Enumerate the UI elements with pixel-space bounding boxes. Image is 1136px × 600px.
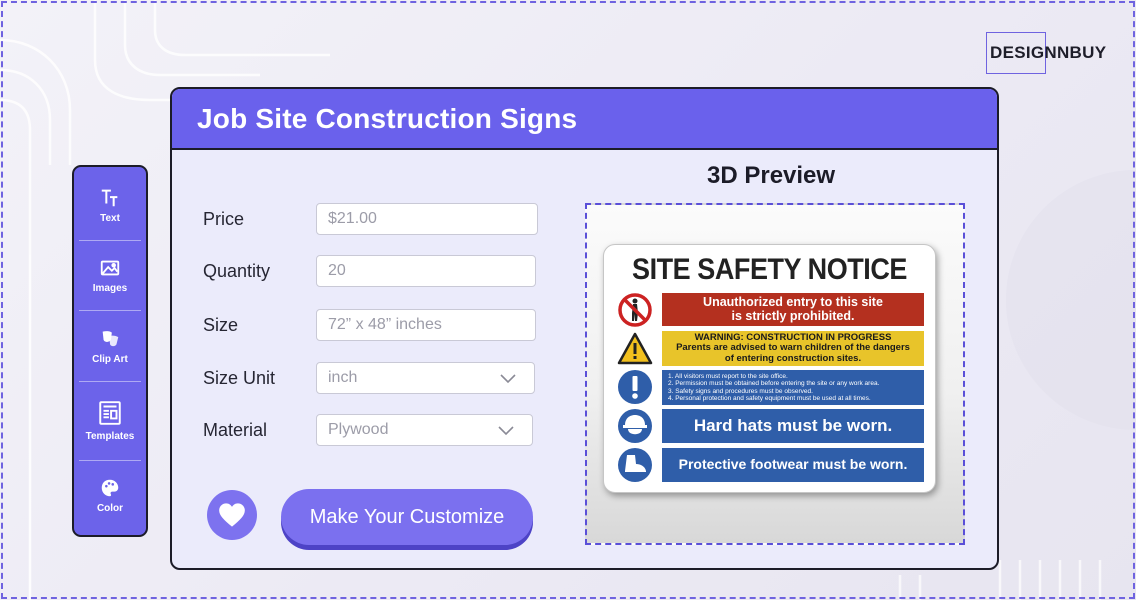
sign-footwear-panel: Protective footwear must be worn. bbox=[662, 448, 924, 482]
customize-button[interactable]: Make Your Customize bbox=[281, 489, 533, 545]
product-title: Job Site Construction Signs bbox=[197, 102, 578, 134]
design-toolbar: Text Images Clip Art Templates Color bbox=[72, 165, 148, 537]
tool-color[interactable]: Color bbox=[79, 461, 141, 531]
tool-text[interactable]: Text bbox=[79, 171, 141, 242]
color-palette-icon bbox=[101, 480, 119, 497]
size-field[interactable]: 72” x 48” inches bbox=[316, 309, 536, 341]
material-select[interactable]: Plywood bbox=[316, 414, 533, 446]
sign-red-line-2: is strictly prohibited. bbox=[731, 308, 855, 323]
brand-logo: DESIGNNBUY bbox=[986, 32, 1106, 74]
price-label: Price bbox=[203, 208, 245, 229]
chevron-down-icon bbox=[500, 374, 516, 384]
tool-text-label: Text bbox=[100, 213, 120, 225]
favorite-button[interactable] bbox=[207, 490, 257, 540]
sign-rules-panel: 1. All visitors must report to the site … bbox=[662, 370, 924, 405]
price-field[interactable]: $21.00 bbox=[316, 203, 538, 235]
brand-name: DESIGNNBUY bbox=[990, 43, 1107, 62]
sign-hard-hat-text: Hard hats must be worn. bbox=[693, 415, 893, 435]
templates-icon bbox=[99, 401, 121, 426]
info-icon bbox=[618, 370, 652, 404]
tool-color-label: Color bbox=[96, 503, 124, 515]
tool-images[interactable]: Images bbox=[79, 241, 141, 312]
quantity-field[interactable]: 20 bbox=[316, 255, 536, 287]
size-label: Size bbox=[203, 314, 239, 335]
chevron-down-icon bbox=[498, 426, 514, 436]
sign-rule-3: 3. Safety signs and procedures must be o… bbox=[668, 387, 813, 395]
tool-clip-art-label: Clip Art bbox=[92, 353, 128, 365]
no-entry-icon bbox=[618, 293, 652, 327]
text-icon bbox=[101, 189, 118, 207]
heart-icon bbox=[219, 503, 245, 527]
preview-frame: SITE SAFETY NOTICE Unauthorized entry to… bbox=[585, 203, 965, 545]
product-card: Job Site Construction Signs Price $21.00… bbox=[170, 87, 999, 570]
sign-preview: SITE SAFETY NOTICE Unauthorized entry to… bbox=[603, 244, 936, 493]
hard-hat-icon bbox=[618, 409, 652, 443]
sign-hard-hat-panel: Hard hats must be worn. bbox=[662, 409, 924, 443]
sign-rule-1: 1. All visitors must report to the site … bbox=[668, 373, 788, 381]
image-icon bbox=[100, 260, 120, 276]
preview-title: 3D Preview bbox=[707, 162, 836, 189]
size-unit-label: Size Unit bbox=[203, 367, 276, 388]
warning-icon bbox=[617, 332, 653, 365]
size-unit-value: inch bbox=[328, 369, 358, 386]
material-value: Plywood bbox=[328, 421, 389, 438]
sign-rule-2: 2. Permission must be obtained before en… bbox=[668, 380, 880, 388]
sign-yellow-line-3: of entering construction sites. bbox=[724, 352, 862, 364]
material-label: Material bbox=[203, 419, 268, 440]
product-header: Job Site Construction Signs bbox=[172, 89, 997, 150]
tool-templates[interactable]: Templates bbox=[79, 382, 141, 461]
sign-prohibited-panel: Unauthorized entry to this site is stric… bbox=[662, 293, 924, 326]
quantity-label: Quantity bbox=[203, 260, 271, 281]
sign-red-line-1: Unauthorized entry to this site bbox=[703, 294, 883, 309]
sign-footwear-text: Protective footwear must be worn. bbox=[678, 456, 908, 473]
tool-clip-art[interactable]: Clip Art bbox=[79, 311, 141, 382]
sign-title: SITE SAFETY NOTICE bbox=[632, 253, 907, 286]
sign-warning-panel: WARNING: CONSTRUCTION IN PROGRESS Parent… bbox=[662, 331, 924, 366]
tool-images-label: Images bbox=[92, 283, 128, 295]
clip-art-icon bbox=[102, 330, 119, 346]
safety-boot-icon bbox=[618, 448, 652, 482]
sign-rule-4: 4. Personal protection and safety equipm… bbox=[668, 394, 871, 402]
tool-templates-label: Templates bbox=[85, 431, 135, 443]
size-unit-select[interactable]: inch bbox=[316, 362, 535, 394]
